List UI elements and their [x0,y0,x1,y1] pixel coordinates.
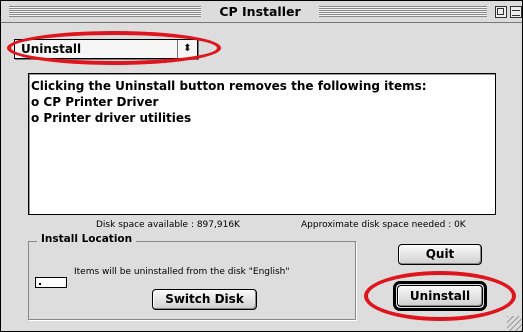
title-bar-stripes-right [319,6,487,17]
title-bar-stripes-left [9,6,201,17]
quit-button[interactable]: Quit [398,244,482,265]
disk-space-needed: Approximate disk space needed : 0K [301,220,466,230]
info-text-area: Clicking the Uninstall button removes th… [28,73,496,215]
switch-disk-button[interactable]: Switch Disk [152,289,257,310]
uninstall-highlight-circle [364,271,516,321]
uninstall-disk-message: Items will be uninstalled from the disk … [74,267,290,277]
info-line: Clicking the Uninstall button removes th… [31,79,427,93]
collapse-box-icon[interactable] [510,6,522,18]
title-bar[interactable]: CP Installer [1,1,522,23]
info-line: o Printer driver utilities [31,111,192,125]
disk-icon [35,277,67,288]
install-location-legend: Install Location [37,233,137,245]
window-title: CP Installer [201,4,319,20]
installer-window: CP Installer Uninstall ⬍ Clicking the Un… [0,0,523,332]
resize-grip-icon[interactable] [507,316,522,331]
disk-space-available: Disk space available : 897,916K [96,220,240,230]
zoom-box-icon[interactable] [495,6,507,18]
popup-highlight-circle [7,31,221,65]
info-line: o CP Printer Driver [31,95,159,109]
